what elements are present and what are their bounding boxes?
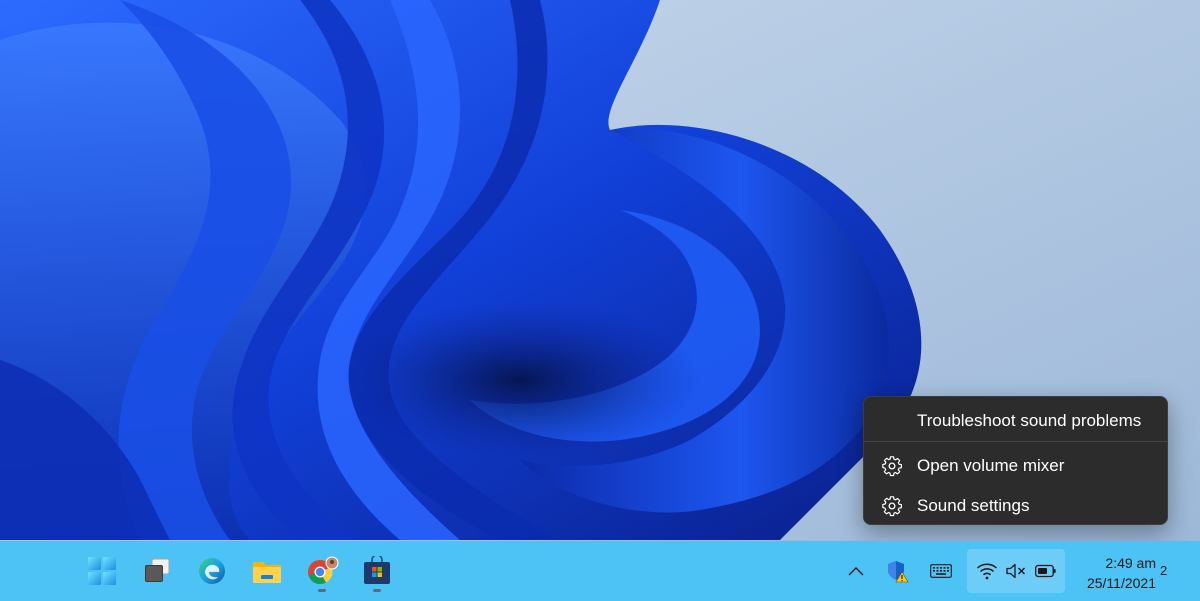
taskbar: 2:49 am 25/11/2021 2 [0, 541, 1200, 601]
chevron-up-icon [848, 567, 864, 576]
clock-button[interactable]: 2:49 am 25/11/2021 [1066, 553, 1156, 593]
windows-security-button[interactable] [884, 557, 910, 585]
notification-count-badge[interactable]: 2 [1160, 563, 1167, 578]
file-explorer-button[interactable] [245, 551, 289, 591]
quick-settings-button[interactable] [967, 549, 1065, 593]
store-button[interactable] [355, 551, 399, 592]
running-indicator [318, 589, 326, 592]
menu-item-troubleshoot-sound[interactable]: Troubleshoot sound problems [864, 401, 1167, 441]
menu-item-sound-settings[interactable]: Sound settings [864, 486, 1167, 526]
chrome-icon [308, 556, 339, 585]
volume-muted-icon [1006, 563, 1025, 579]
task-view-icon [145, 558, 170, 582]
show-hidden-icons-button[interactable] [845, 557, 867, 585]
chrome-button[interactable] [300, 551, 344, 592]
menu-item-label: Sound settings [917, 496, 1030, 515]
store-icon [364, 556, 390, 584]
wifi-icon [976, 563, 998, 580]
menu-item-label: Troubleshoot sound problems [917, 411, 1142, 430]
gear-icon [882, 496, 902, 517]
keyboard-icon [930, 564, 952, 578]
running-indicator [373, 589, 381, 592]
edge-button[interactable] [190, 551, 234, 591]
folder-icon [253, 562, 281, 583]
menu-item-label: Open volume mixer [917, 456, 1065, 475]
touch-keyboard-button[interactable] [927, 557, 955, 585]
edge-icon [199, 558, 225, 584]
clock-date: 25/11/2021 [1086, 575, 1156, 591]
defender-shield-warning-icon [888, 561, 909, 583]
menu-separator [864, 441, 1167, 442]
clock-time: 2:49 am [1105, 555, 1156, 571]
gear-icon [882, 456, 902, 477]
task-view-button[interactable] [135, 551, 179, 591]
volume-context-menu: Troubleshoot sound problems Open volume … [863, 396, 1168, 525]
start-button[interactable] [80, 551, 124, 591]
battery-icon [1035, 564, 1056, 578]
menu-item-open-volume-mixer[interactable]: Open volume mixer [864, 446, 1167, 486]
windows-start-icon [88, 557, 116, 585]
